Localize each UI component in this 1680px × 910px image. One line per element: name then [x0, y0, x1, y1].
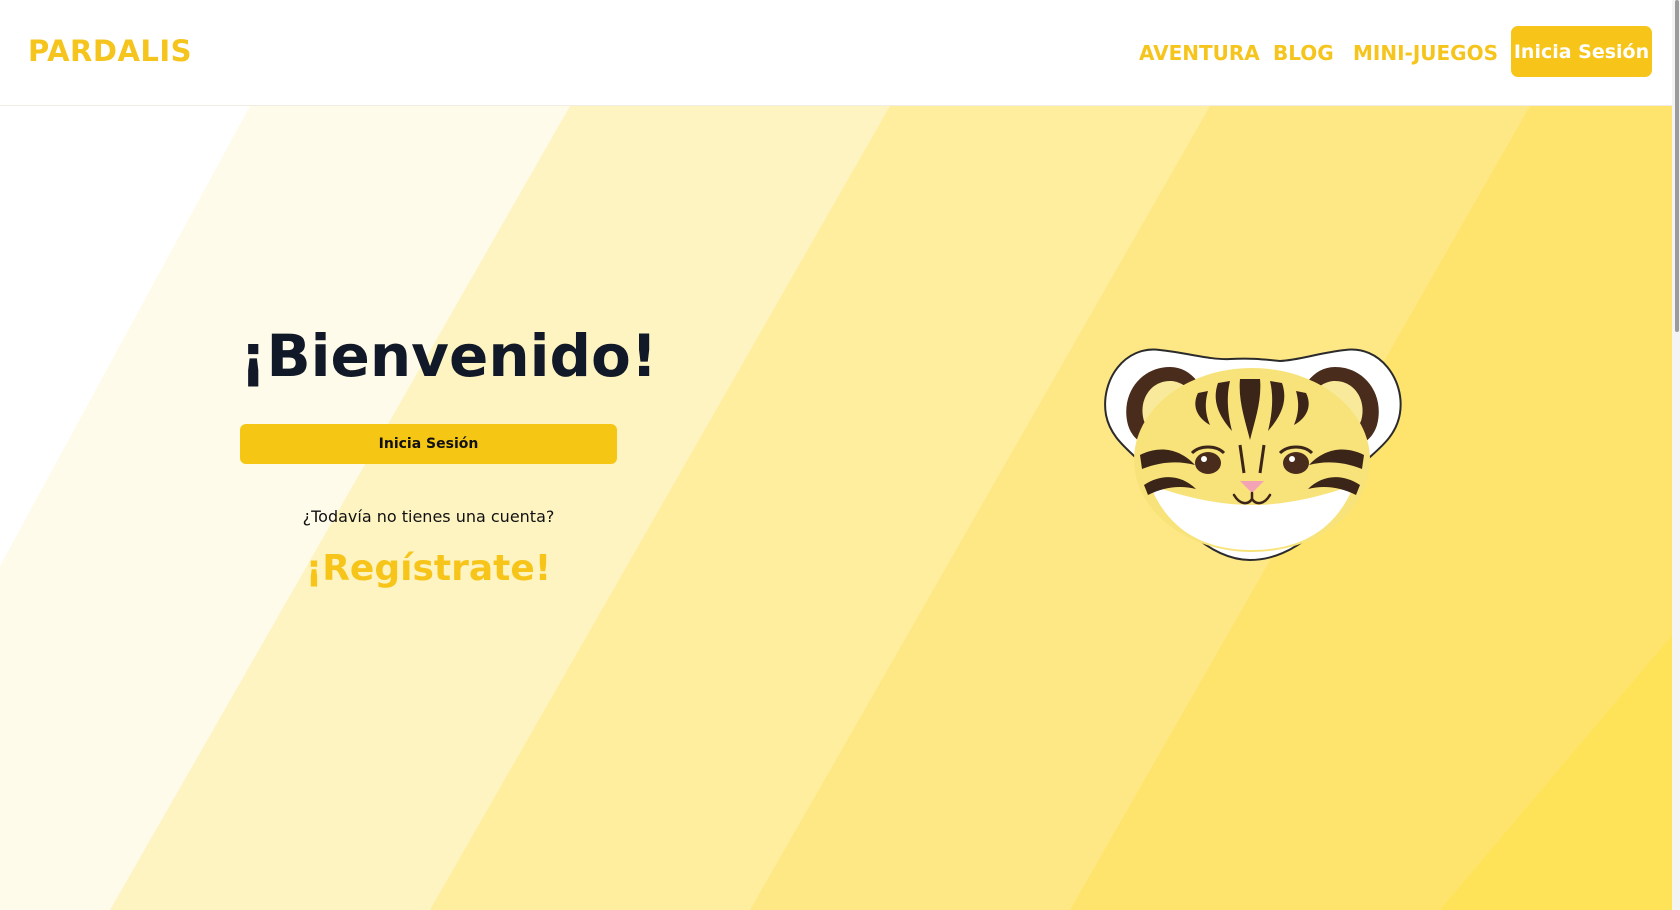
- ocelot-face-icon: [1104, 348, 1402, 562]
- nav-link-mini-juegos[interactable]: MINI-JUEGOS: [1353, 41, 1498, 65]
- welcome-heading: ¡Bienvenido!: [240, 322, 658, 390]
- page: PARDALIS AVENTURA BLOG MINI-JUEGOS Inici…: [0, 0, 1680, 910]
- page-scrollbar[interactable]: [1672, 0, 1680, 910]
- scrollbar-thumb[interactable]: [1675, 0, 1679, 332]
- login-button[interactable]: Inicia Sesión: [240, 424, 617, 464]
- no-account-text: ¿Todavía no tienes una cuenta?: [302, 507, 555, 526]
- nav-link-blog[interactable]: BLOG: [1273, 41, 1334, 65]
- site-header: PARDALIS AVENTURA BLOG MINI-JUEGOS Inici…: [0, 0, 1680, 106]
- header-login-button[interactable]: Inicia Sesión: [1511, 26, 1652, 77]
- brand-logo[interactable]: PARDALIS: [28, 34, 192, 68]
- register-link[interactable]: ¡Regístrate!: [240, 548, 617, 589]
- nav-link-aventura[interactable]: AVENTURA: [1139, 41, 1260, 65]
